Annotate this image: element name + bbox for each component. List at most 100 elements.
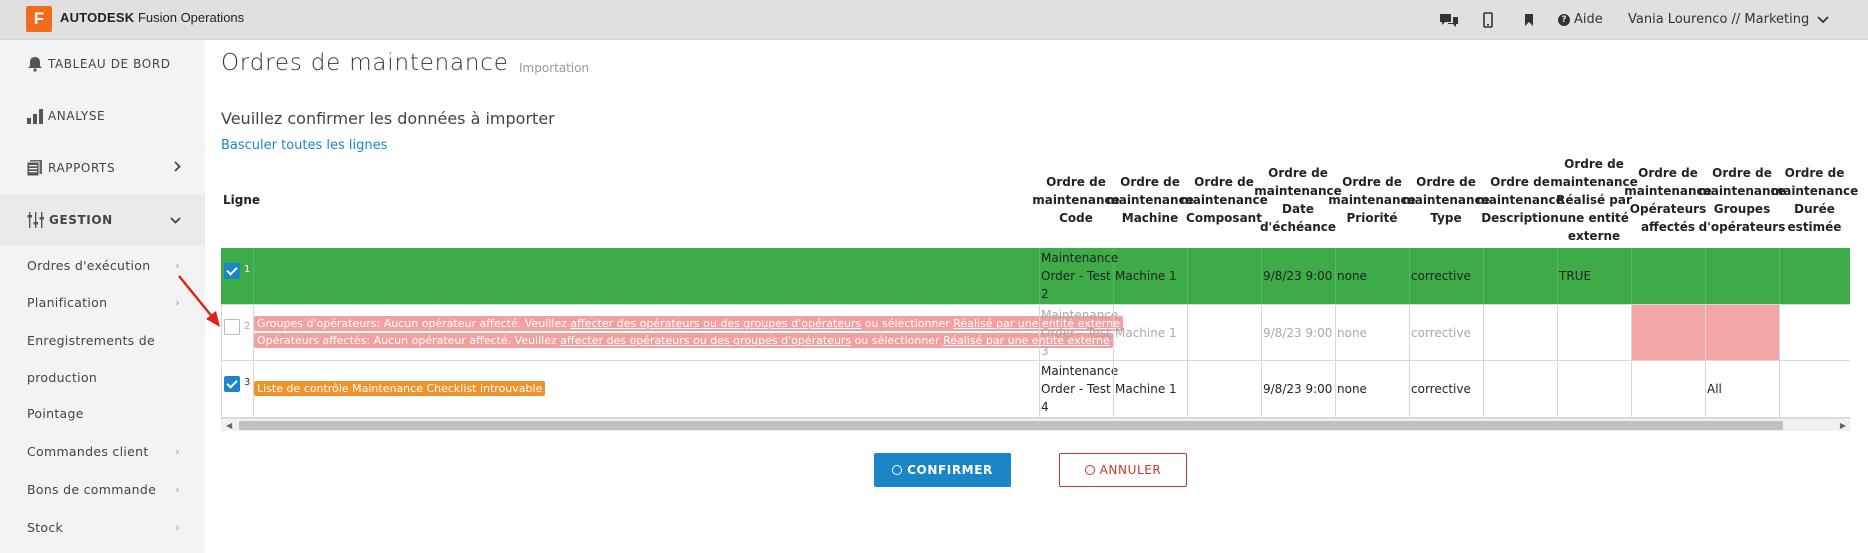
scroll-left-icon[interactable]: ◀ [226,419,232,432]
sidebar-sub-production[interactable]: production [27,367,180,387]
bar-chart-icon [27,109,43,124]
error-badge: Groupes d'opérateurs: Aucun opérateur af… [254,316,1123,331]
help-icon: ? [1558,13,1570,26]
assign-operators-link[interactable]: affecter des opérateurs ou des groupes d… [570,317,861,330]
cell-machine: Machine 1 [1115,382,1177,396]
sidebar-sub-label: Bons de commande [27,481,157,497]
sidebar-sub-ordres-execution[interactable]: Ordres d'exécution › [27,255,180,275]
cell-date: 9/8/23 9:00 [1263,382,1333,396]
warning-badge: Liste de contrôle Maintenance Checklist … [254,381,546,396]
user-label: Vania Lourenco // Marketing [1628,12,1810,27]
fusion-logo-icon[interactable]: F [26,6,52,32]
cell-type: corrective [1411,382,1471,396]
sidebar-sub-label: Stock [27,519,64,535]
brand-strong: AUTODESK [60,10,135,25]
cell-type: corrective [1411,325,1471,340]
sliders-icon [27,212,44,228]
bookmark-icon[interactable] [1524,10,1534,30]
sidebar-sub-planification[interactable]: Planification › [27,292,180,312]
cell-external: TRUE [1559,269,1592,283]
annotation-arrow-icon [178,275,220,327]
scrollbar-thumb[interactable] [239,421,1783,430]
column-header-description[interactable]: Ordre de maintenance Description [1476,172,1564,228]
error-text: Groupes d'opérateurs: Aucun opérateur af… [257,317,571,330]
column-header-ligne: Ligne [223,193,261,207]
sidebar-item-rapports[interactable]: RAPPORTS [26,154,181,182]
cell-priority: none [1337,325,1367,340]
sidebar-sub-stock[interactable]: Stock › [27,517,180,537]
horizontal-scrollbar[interactable]: ◀ ▶ [221,418,1850,431]
chevron-right-icon [174,161,181,175]
error-badge: Opérateurs affectés: Aucun opérateur aff… [254,333,1113,348]
sidebar-item-label: ANALYSE [48,109,106,123]
cell-code: Maintenance Order - Test 3 [1041,307,1119,358]
column-header-date[interactable]: Ordre de maintenance Date d'échéance [1254,163,1342,237]
reports-icon [26,160,42,177]
sidebar-sub-label: Commandes client [27,443,149,459]
sidebar-sub-enregistrements[interactable]: Enregistrements de [27,330,180,350]
bell-icon [28,57,42,72]
sidebar-sub-pointage[interactable]: Pointage [27,403,180,423]
row-checkbox[interactable] [224,376,240,392]
column-header-composant[interactable]: Ordre de maintenance Composant [1180,172,1268,228]
sidebar-sub-label: Enregistrements de [27,332,155,348]
column-header-operateurs[interactable]: Ordre de maintenance Opérateurs affectés [1624,163,1712,237]
top-bar: F AUTODESK Fusion Operations ? Aide Vani… [0,0,1868,40]
sidebar-item-tableau-de-bord[interactable]: TABLEAU DE BORD [26,50,181,78]
help-link[interactable]: ? Aide [1558,12,1603,27]
brand-rest: Fusion Operations [137,10,245,25]
column-header-duree[interactable]: Ordre de maintenance Durée estimée [1771,163,1859,237]
sidebar-item-label: TABLEAU DE BORD [48,57,171,71]
confirm-question: Veuillez confirmer les données à importe… [221,109,555,128]
page-subtitle: Importation [519,61,590,75]
mobile-icon[interactable] [1483,10,1493,30]
cell-machine: Machine 1 [1115,269,1177,283]
row-line-number: 3 [244,377,251,388]
error-text: ou sélectionner [851,334,944,347]
sidebar-sub-label: Pointage [27,405,84,421]
chevron-down-icon [170,213,181,227]
column-header-type[interactable]: Ordre de maintenance Type [1402,172,1490,228]
confirm-button[interactable]: CONFIRMER [874,453,1011,487]
chat-icon[interactable] [1438,10,1460,30]
chevron-right-icon: › [175,258,180,272]
cell-machine: Machine 1 [1115,325,1177,340]
cell-code: Maintenance Order - Test 4 [1041,364,1119,414]
chevron-right-icon: › [175,520,180,534]
scroll-right-icon[interactable]: ▶ [1840,419,1846,432]
sidebar-sub-label: Ordres d'exécution [27,257,151,273]
chevron-right-icon: › [175,444,180,458]
user-menu[interactable]: Vania Lourenco // Marketing [1628,12,1829,27]
brand-name: AUTODESK Fusion Operations [60,10,244,25]
assign-operators-link[interactable]: affecter des opérateurs ou des groupes d… [560,334,851,347]
sidebar-item-analyse[interactable]: ANALYSE [26,102,181,130]
sidebar-sub-bons-de-commande[interactable]: Bons de commande › [27,479,180,499]
sidebar-sub-commandes-client[interactable]: Commandes client › [27,441,180,461]
page-title: Ordres de maintenance [221,50,509,76]
cell-date: 9/8/23 9:00 [1263,269,1333,283]
cell-type: corrective [1411,269,1471,283]
column-header-externe[interactable]: Ordre de maintenance Réalisé par une ent… [1550,154,1638,246]
cancel-circle-icon [1084,465,1095,475]
check-circle-icon [892,465,903,475]
cell-date: 9/8/23 9:00 [1263,325,1333,340]
confirm-label: CONFIRMER [907,463,993,477]
cell-groups: All [1707,382,1722,396]
cell-priority: none [1337,382,1367,396]
cancel-button[interactable]: ANNULER [1059,453,1187,487]
sidebar-item-gestion[interactable]: GESTION [0,194,205,246]
chevron-down-icon [1817,15,1829,23]
chevron-right-icon: › [175,482,180,496]
row-checkbox[interactable] [224,263,240,279]
row-line-number: 1 [244,264,251,275]
toggle-all-rows-link[interactable]: Basculer toutes les lignes [221,138,387,153]
column-header-code[interactable]: Ordre de maintenance Code [1032,172,1120,228]
cancel-label: ANNULER [1099,463,1162,477]
row-line-number: 2 [244,321,251,332]
sidebar-sub-label: Planification [27,294,108,310]
column-header-priorite[interactable]: Ordre de maintenance Priorité [1328,172,1416,228]
column-header-machine[interactable]: Ordre de maintenance Machine [1106,172,1194,228]
row-checkbox[interactable] [224,319,240,335]
column-header-groupes[interactable]: Ordre de maintenance Groupes d'opérateur… [1698,163,1786,237]
error-text: Opérateurs affectés: Aucun opérateur aff… [257,334,561,347]
